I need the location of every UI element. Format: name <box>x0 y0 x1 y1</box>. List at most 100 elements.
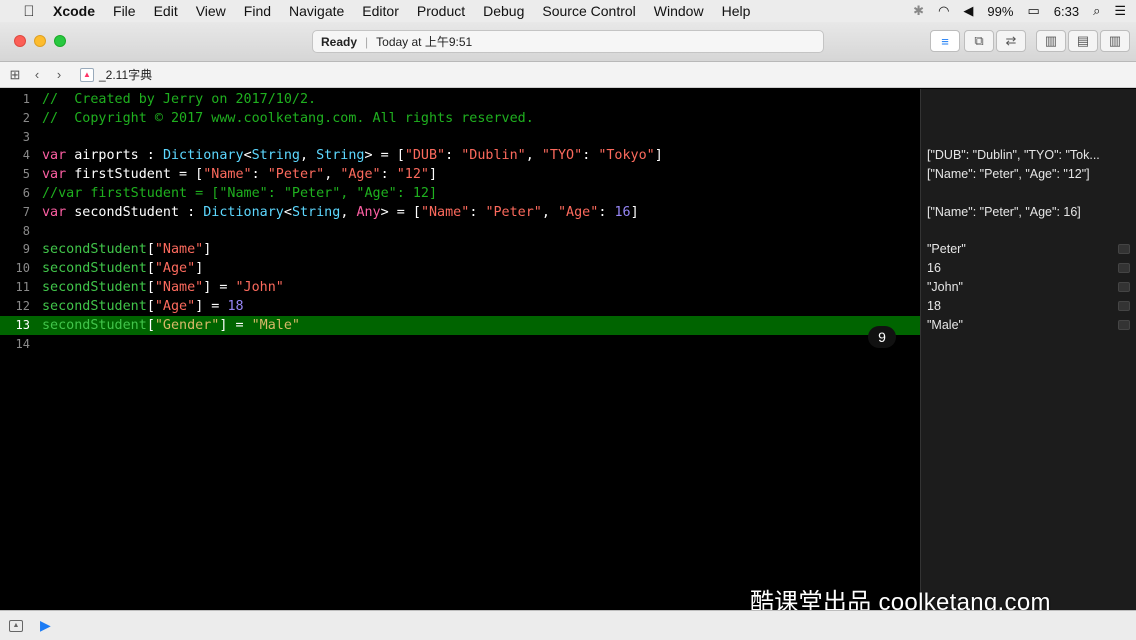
code-text: secondStudent["Age"] <box>42 261 204 276</box>
code-text: //var firstStudent = ["Name": "Peter", "… <box>42 186 438 201</box>
quick-look-icon[interactable] <box>1118 320 1130 330</box>
close-window-button[interactable] <box>14 35 26 47</box>
code-text: secondStudent["Name"] <box>42 242 212 257</box>
minimize-window-button[interactable] <box>34 35 46 47</box>
line-number: 11 <box>15 280 30 294</box>
related-items-grid-icon[interactable]: ⊞ <box>4 67 26 83</box>
menu-file[interactable]: File <box>104 3 145 19</box>
jump-bar-file-name[interactable]: _2.11字典 <box>99 66 152 83</box>
execution-count-badge: 9 <box>868 326 896 348</box>
menu-editor[interactable]: Editor <box>353 3 408 19</box>
result-line-10[interactable]: 16 <box>927 259 1117 278</box>
line-number: 4 <box>22 148 30 162</box>
swift-file-icon: ▲ <box>80 67 94 82</box>
notification-center-icon[interactable]: ☰ <box>1114 3 1126 19</box>
current-code-line[interactable]: 13 secondStudent["Gender"] = "Male" <box>0 316 920 335</box>
run-playground-icon[interactable]: ▶ <box>40 617 51 634</box>
menu-window[interactable]: Window <box>645 3 713 19</box>
code-text: // Created by Jerry on 2017/10/2. <box>42 92 317 107</box>
activity-status: Ready | Today at 上午9:51 <box>312 30 824 53</box>
spotlight-search-icon[interactable]: ⌕ <box>1093 3 1100 19</box>
debug-bar: ▲ ▶ <box>0 610 1136 640</box>
menu-navigate[interactable]: Navigate <box>280 3 353 19</box>
code-line[interactable]: 4 var airports : Dictionary<String, Strin… <box>0 146 920 165</box>
code-line[interactable]: 12 secondStudent["Age"] = 18 <box>0 297 920 316</box>
bluetooth-icon[interactable]: ✱ <box>913 3 924 19</box>
status-time: Today at 上午9:51 <box>376 35 473 49</box>
menu-view[interactable]: View <box>187 3 235 19</box>
apple-logo-icon[interactable]:  <box>14 3 44 20</box>
menu-product[interactable]: Product <box>408 3 474 19</box>
line-number: 12 <box>15 299 30 313</box>
utilities-toggle-button[interactable]: ▥ <box>1100 30 1130 52</box>
navigator-toggle-button[interactable]: ▥ <box>1036 30 1066 52</box>
code-line[interactable]: 7 var secondStudent : Dictionary<String, … <box>0 203 920 222</box>
version-editor-icon: ⇄ <box>1005 33 1017 48</box>
line-number: 7 <box>22 205 30 219</box>
utilities-panel-icon: ▥ <box>1108 33 1122 48</box>
line-number: 10 <box>15 261 30 275</box>
result-line-5[interactable]: ["Name": "Peter", "Age": "12"] <box>927 165 1117 184</box>
quick-look-icon[interactable] <box>1118 244 1130 254</box>
code-editor[interactable]: 1 // Created by Jerry on 2017/10/2. 2 // C… <box>0 89 920 610</box>
code-line[interactable]: 2 // Copyright © 2017 www.coolketang.com.… <box>0 109 920 128</box>
code-line[interactable]: 11 secondStudent["Name"] = "John" <box>0 278 920 297</box>
code-text: var firstStudent = ["Name": "Peter", "Ag… <box>42 167 438 182</box>
line-number: 2 <box>22 111 30 125</box>
code-line[interactable]: 1 // Created by Jerry on 2017/10/2. <box>0 90 920 109</box>
menu-bar:  Xcode File Edit View Find Navigate Edi… <box>0 0 1136 22</box>
standard-editor-button[interactable]: ≡ <box>930 30 960 52</box>
volume-icon[interactable]: ◀ <box>963 3 973 19</box>
code-text: secondStudent["Gender"] = "Male" <box>42 318 300 333</box>
code-line[interactable]: 3 <box>0 128 920 147</box>
menu-edit[interactable]: Edit <box>145 3 187 19</box>
status-menus: ✱ ◠ ◀ 99% ▭ 6:33 ⌕ ☰ <box>913 0 1126 22</box>
menu-help[interactable]: Help <box>713 3 760 19</box>
result-line-7[interactable]: ["Name": "Peter", "Age": 16] <box>927 203 1117 222</box>
quick-look-icon[interactable] <box>1118 282 1130 292</box>
zoom-window-button[interactable] <box>54 35 66 47</box>
result-line-4[interactable]: ["DUB": "Dublin", "TYO": "Tok... <box>927 146 1117 165</box>
code-text: var airports : Dictionary<String, String… <box>42 148 663 163</box>
battery-percent[interactable]: 99% <box>987 4 1013 19</box>
menu-xcode[interactable]: Xcode <box>44 3 104 19</box>
version-editor-button[interactable]: ⇄ <box>996 30 1026 52</box>
status-state: Ready <box>321 34 358 49</box>
code-text: secondStudent["Age"] = 18 <box>42 299 244 314</box>
window-toolbar: Ready | Today at 上午9:51 ≡ ⧉ ⇄ ▥ ▤ ▥ <box>0 22 1136 62</box>
code-line[interactable]: 9 secondStudent["Name"] <box>0 240 920 259</box>
line-number: 3 <box>22 130 30 144</box>
debug-panel-icon: ▤ <box>1076 33 1090 48</box>
code-line[interactable]: 10 secondStudent["Age"] <box>0 259 920 278</box>
assistant-editor-button[interactable]: ⧉ <box>964 30 994 52</box>
code-line[interactable]: 8 <box>0 222 920 241</box>
back-chevron-icon[interactable]: ‹ <box>26 67 48 82</box>
menu-find[interactable]: Find <box>235 3 280 19</box>
navigator-panel-icon: ▥ <box>1044 33 1058 48</box>
jump-bar: ⊞ ‹ › ▲ _2.11字典 <box>0 62 1136 88</box>
wifi-icon[interactable]: ◠ <box>938 3 949 19</box>
code-line[interactable]: 14 <box>0 335 920 354</box>
debug-area-toggle-button[interactable]: ▤ <box>1068 30 1098 52</box>
code-line[interactable]: 5 var firstStudent = ["Name": "Peter", "A… <box>0 165 920 184</box>
assistant-editor-icon: ⧉ <box>974 33 984 48</box>
result-line-12[interactable]: 18 <box>927 297 1117 316</box>
result-line-11[interactable]: "John" <box>927 278 1117 297</box>
quick-look-icon[interactable] <box>1118 263 1130 273</box>
menu-source-control[interactable]: Source Control <box>533 3 644 19</box>
line-number: 8 <box>22 224 30 238</box>
battery-icon[interactable]: ▭ <box>1027 3 1039 19</box>
status-separator: | <box>365 34 369 49</box>
line-number: 5 <box>22 167 30 181</box>
clock[interactable]: 6:33 <box>1054 4 1079 19</box>
result-line-13[interactable]: "Male" <box>927 316 1117 335</box>
result-line-9[interactable]: "Peter" <box>927 240 1117 259</box>
line-number: 9 <box>22 242 30 256</box>
code-line[interactable]: 6 //var firstStudent = ["Name": "Peter", … <box>0 184 920 203</box>
line-number: 1 <box>22 92 30 106</box>
line-number: 13 <box>15 318 30 332</box>
forward-chevron-icon[interactable]: › <box>48 67 70 82</box>
menu-debug[interactable]: Debug <box>474 3 533 19</box>
quick-look-icon[interactable] <box>1118 301 1130 311</box>
hide-debug-area-icon[interactable]: ▲ <box>9 619 23 632</box>
